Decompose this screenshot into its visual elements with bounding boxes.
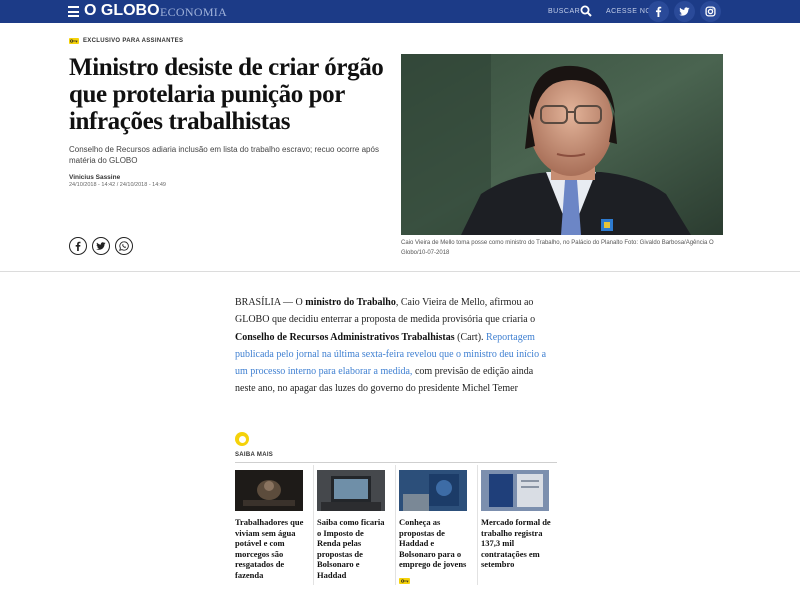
facebook-icon[interactable] [648, 1, 669, 22]
exclusive-key-icon [399, 578, 410, 584]
related-card[interactable]: Trabalhadores que viviam sem água potáve… [235, 470, 307, 580]
article-body: BRASÍLIA — O ministro do Trabalho, Caio … [235, 294, 555, 398]
card-separator [477, 465, 478, 585]
search-label[interactable]: BUSCAR [548, 8, 580, 15]
saiba-mais-rule [235, 462, 557, 463]
related-thumbnail[interactable] [399, 470, 467, 511]
related-title[interactable]: Saiba como ficaria o Imposto de Renda pe… [317, 517, 389, 580]
related-thumbnail[interactable] [481, 470, 549, 511]
related-title[interactable]: Trabalhadores que viviam sem água potáve… [235, 517, 307, 580]
top-navigation-bar: O GLOBO ECONOMIA BUSCAR ACESSE NO [0, 0, 800, 23]
key-icon [69, 38, 79, 44]
subheadline: Conselho de Recursos adiaria inclusão em… [69, 145, 379, 165]
twitter-icon[interactable] [674, 1, 695, 22]
related-card[interactable]: Saiba como ficaria o Imposto de Renda pe… [317, 470, 389, 580]
related-title[interactable]: Conheça as propostas de Haddad e Bolsona… [399, 517, 471, 570]
body-bold-ministry: ministro do Trabalho [305, 297, 396, 308]
related-thumbnail[interactable] [235, 470, 303, 511]
section-divider [0, 271, 800, 272]
saiba-mais-icon [235, 432, 249, 446]
author-name[interactable]: Vinicius Sassine [69, 174, 120, 181]
card-separator [395, 465, 396, 585]
menu-icon[interactable] [68, 6, 79, 17]
body-text-2: (Cart). [454, 331, 487, 343]
search-icon[interactable] [580, 5, 592, 17]
instagram-icon[interactable] [700, 1, 721, 22]
site-logo[interactable]: O GLOBO [84, 2, 160, 20]
subscriber-badge-label: EXCLUSIVO PARA ASSINANTES [83, 38, 184, 44]
section-link[interactable]: ECONOMIA [160, 5, 227, 20]
subscriber-badge: EXCLUSIVO PARA ASSINANTES [69, 38, 183, 44]
share-facebook-icon[interactable] [69, 237, 87, 255]
access-label: ACESSE NO [606, 8, 652, 15]
article-photo[interactable] [401, 54, 723, 235]
body-lead: BRASÍLIA — O [235, 297, 306, 308]
body-bold-council: Conselho de Recursos Administrativos Tra… [235, 331, 455, 343]
related-card[interactable]: Conheça as propostas de Haddad e Bolsona… [399, 470, 471, 570]
publish-dates: 24/10/2018 - 14:42 / 24/10/2018 - 14:49 [69, 182, 166, 188]
related-card[interactable]: Mercado formal de trabalho registra 137,… [481, 470, 553, 570]
headline: Ministro desiste de criar órgão que prot… [69, 54, 384, 135]
card-separator [313, 465, 314, 585]
photo-caption: Caio Vieira de Mello toma posse como min… [401, 240, 714, 256]
related-thumbnail[interactable] [317, 470, 385, 511]
related-title[interactable]: Mercado formal de trabalho registra 137,… [481, 517, 553, 570]
share-twitter-icon[interactable] [92, 237, 110, 255]
share-whatsapp-icon[interactable] [115, 237, 133, 255]
saiba-mais-label: SAIBA MAIS [235, 452, 274, 458]
